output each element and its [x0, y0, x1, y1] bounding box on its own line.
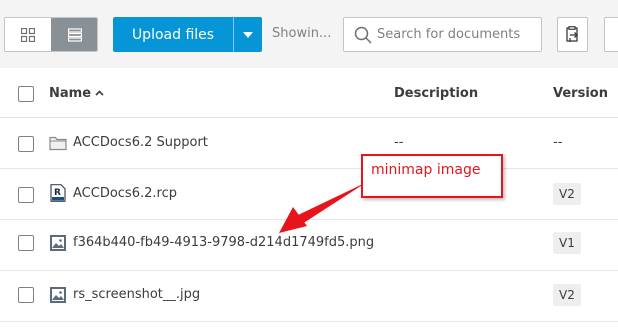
table-row[interactable]: R ACCDocs6.2.rcp V2: [0, 169, 618, 220]
table-row[interactable]: ACCDocs6.2 Support -- --: [0, 118, 618, 169]
file-name-link[interactable]: ACCDocs6.2 Support: [73, 135, 208, 150]
showing-filter-label[interactable]: Showin...: [272, 26, 331, 41]
table-row[interactable]: rs_screenshot__.jpg V2: [0, 271, 618, 322]
table-header: Name Description Version: [0, 68, 618, 118]
file-name-link[interactable]: rs_screenshot__.jpg: [73, 287, 200, 302]
list-view-button[interactable]: [51, 18, 97, 51]
version-badge[interactable]: V2: [553, 284, 581, 306]
row-checkbox[interactable]: [18, 136, 34, 152]
grid-view-button[interactable]: [5, 18, 51, 51]
column-header-name-label: Name: [49, 86, 92, 101]
select-all-checkbox[interactable]: [18, 86, 34, 102]
sort-ascending-icon: [95, 90, 104, 96]
row-checkbox[interactable]: [18, 287, 34, 303]
search-icon: [354, 26, 372, 44]
file-name-link[interactable]: f364b440-fb49-4913-9798-d214d1749fd5.png: [73, 235, 374, 250]
toolbar: Upload files Showin...: [0, 0, 618, 68]
image-file-icon: [50, 287, 66, 303]
chevron-down-icon: [243, 31, 253, 38]
upload-options-dropdown[interactable]: [234, 17, 262, 52]
revit-file-icon: R: [50, 184, 66, 202]
grid-icon: [21, 27, 35, 42]
description-cell: --: [394, 135, 404, 150]
column-header-version[interactable]: Version: [553, 86, 608, 101]
list-icon: [67, 27, 82, 42]
version-badge[interactable]: V1: [553, 232, 581, 254]
version-badge[interactable]: V2: [553, 183, 581, 205]
svg-text:R: R: [54, 188, 61, 198]
image-file-icon: [50, 235, 66, 251]
search-input[interactable]: [377, 19, 537, 50]
export-icon: [565, 25, 578, 42]
annotation-callout: minimap image: [361, 154, 503, 198]
folder-icon: [49, 136, 67, 151]
file-name-link[interactable]: ACCDocs6.2.rcp: [73, 186, 177, 201]
table-row[interactable]: f364b440-fb49-4913-9798-d214d1749fd5.png…: [0, 220, 618, 271]
column-header-description[interactable]: Description: [394, 86, 478, 101]
annotation-label: minimap image: [371, 162, 481, 178]
search-box: [343, 17, 542, 52]
row-checkbox[interactable]: [18, 187, 34, 203]
version-cell: --: [553, 135, 563, 150]
more-actions-button[interactable]: [604, 17, 618, 52]
export-button[interactable]: [557, 17, 588, 52]
row-checkbox[interactable]: [18, 235, 34, 251]
column-header-name[interactable]: Name: [49, 86, 104, 101]
upload-files-split-button: Upload files: [113, 17, 262, 52]
view-toggle: [4, 17, 98, 52]
upload-files-button[interactable]: Upload files: [113, 17, 233, 52]
